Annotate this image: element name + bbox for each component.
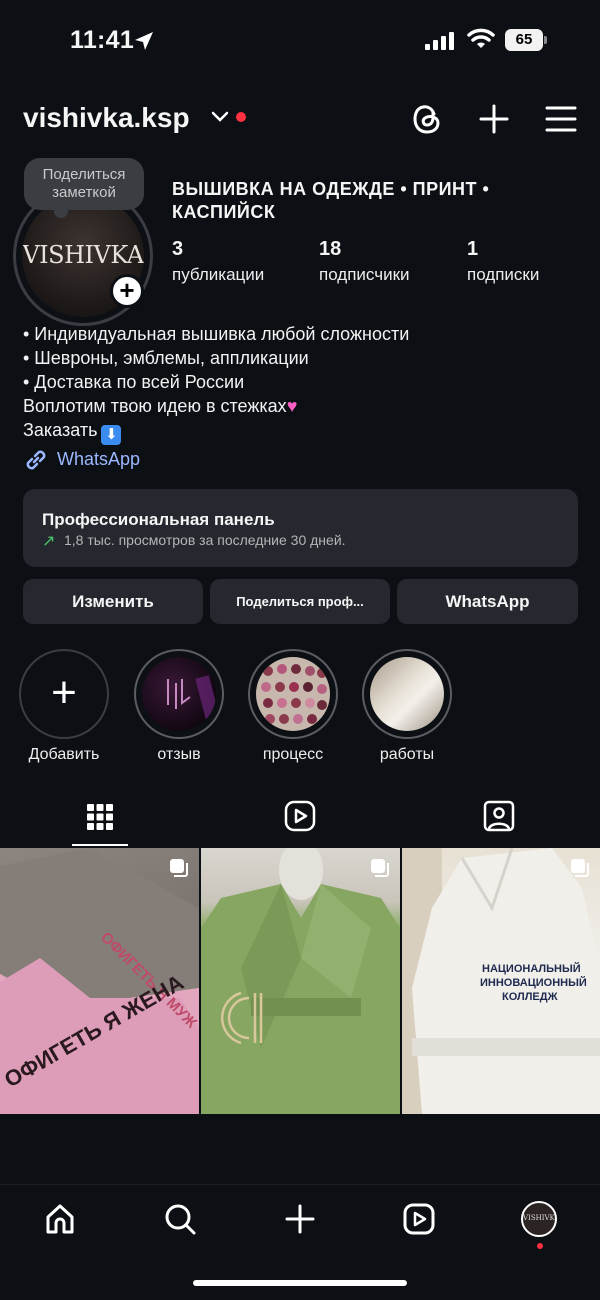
professional-dashboard[interactable]: Профессиональная панель ↗ 1,8 тыс. просм… <box>23 489 578 567</box>
reels-icon[interactable] <box>401 1201 437 1237</box>
bio-line-with-emoji: Воплотим твою идею в стежках♥ <box>23 394 583 418</box>
avatar-logo: VISHIVKA <box>22 241 144 269</box>
stat-value: 3 <box>172 238 184 260</box>
multiple-photos-icon <box>571 859 589 877</box>
multiple-photos-icon <box>371 859 389 877</box>
highlight-works[interactable]: работы <box>362 649 452 764</box>
battery-indicator: 65 <box>505 29 547 51</box>
note-bubble[interactable]: Поделиться заметкой <box>24 158 144 218</box>
highlight-circle[interactable] <box>134 649 224 739</box>
stat-label: публикации <box>172 265 265 284</box>
location-arrow-icon <box>135 32 153 50</box>
battery-level: 65 <box>505 29 543 51</box>
highlight-label: работы <box>379 746 435 763</box>
whatsapp-button[interactable]: WhatsApp <box>397 579 578 624</box>
highlight-cover <box>370 657 444 731</box>
battery-nub <box>544 36 547 44</box>
highlight-circle[interactable] <box>362 649 452 739</box>
post-embroidery-text: НАЦИОНАЛЬНЫЙ <box>482 962 581 975</box>
plus-icon[interactable] <box>478 100 510 138</box>
avatar-logo: VISHIVKA <box>523 1214 557 1222</box>
thread-spools-image <box>261 664 327 724</box>
bottom-navigation: VISHIVKA <box>0 1184 600 1254</box>
highlight-cover <box>256 657 330 731</box>
post-tile[interactable]: НАЦИОНАЛЬНЫЙ ИННОВАЦИОННЫЙ КОЛЛЕДЖ <box>402 848 600 1114</box>
post-embroidery-text: ИННОВАЦИОННЫЙ <box>480 976 587 989</box>
highlight-label: процесс <box>262 746 324 763</box>
post-embroidery-text: КОЛЛЕДЖ <box>502 991 558 1003</box>
down-arrow-icon: ⬇ <box>101 425 122 445</box>
highlight-add[interactable]: + Добавить <box>19 649 109 764</box>
search-icon[interactable] <box>162 1201 198 1237</box>
menu-icon[interactable] <box>545 100 577 138</box>
bio-line: • Шевроны, эмблемы, аппликации <box>23 348 309 368</box>
tagged-icon[interactable] <box>479 800 519 834</box>
posts-grid: ОФИГЕТЬ Я МУЖ ОФИГЕТЬ Я ЖЕНА НАЦИОНАЛЬНЫ… <box>0 848 600 1114</box>
link-text[interactable]: WhatsApp <box>57 449 140 470</box>
edit-profile-button[interactable]: Изменить <box>23 579 203 624</box>
heart-icon: ♥ <box>286 396 298 416</box>
pro-panel-subtitle: 1,8 тыс. просмотров за последние 30 дней… <box>64 532 346 548</box>
active-tab-indicator <box>72 844 128 846</box>
post-image-jacket: НАЦИОНАЛЬНЫЙ ИННОВАЦИОННЫЙ КОЛЛЕДЖ <box>402 848 600 1114</box>
profile-header: vishivka.ksp <box>0 96 600 142</box>
profile-avatar-tab[interactable]: VISHIVKA <box>521 1201 557 1237</box>
pro-panel-title: Профессиональная панель <box>42 510 275 529</box>
highlight-cover-logo <box>167 675 216 731</box>
stat-value: 1 <box>467 238 479 260</box>
plus-icon: + <box>51 668 77 717</box>
signal-icon <box>425 32 454 50</box>
home-indicator[interactable] <box>193 1280 407 1286</box>
highlight-reviews[interactable]: отзыв <box>134 649 224 764</box>
highlight-label: отзыв <box>157 746 201 763</box>
grid-icon[interactable] <box>80 800 120 834</box>
highlight-label: Добавить <box>28 746 100 763</box>
threads-icon[interactable] <box>410 100 444 138</box>
add-story-button[interactable]: + <box>110 274 144 308</box>
post-tile[interactable] <box>201 848 400 1114</box>
profile-full-name: ВЫШИВКА НА ОДЕЖДЕ • ПРИНТ • КАСПИЙСК <box>172 179 490 222</box>
stat-followers[interactable]: 18 подписчики <box>319 238 410 285</box>
stat-label: подписчики <box>319 265 410 284</box>
reels-icon[interactable] <box>280 800 320 834</box>
profile-tabs <box>0 790 600 848</box>
trend-up-icon: ↗ <box>42 533 56 550</box>
username[interactable]: vishivka.ksp <box>23 102 190 134</box>
notification-dot <box>537 1243 543 1249</box>
highlight-circle[interactable]: + <box>19 649 109 739</box>
share-profile-button[interactable]: Поделиться проф... <box>210 579 390 624</box>
bio-line: • Доставка по всей России <box>23 372 245 392</box>
bio-text: Воплотим твою идею в стежках <box>23 396 287 416</box>
multiple-photos-icon <box>170 859 188 877</box>
highlight-circle[interactable] <box>248 649 338 739</box>
clock: 11:41 <box>70 26 135 54</box>
post-tile[interactable]: ОФИГЕТЬ Я МУЖ ОФИГЕТЬ Я ЖЕНА <box>0 848 199 1114</box>
stat-value: 18 <box>319 238 342 260</box>
stat-posts[interactable]: 3 публикации <box>172 238 264 285</box>
post-image-robe <box>201 848 400 1114</box>
link-icon <box>26 450 46 470</box>
bio: • Индивидуальная вышивка любой сложности… <box>23 322 583 445</box>
chevron-down-icon[interactable] <box>210 110 230 124</box>
bio-line: • Индивидуальная вышивка любой сложности <box>23 324 410 344</box>
status-bar: 11:41 65 <box>0 0 600 80</box>
wifi-icon <box>467 28 495 48</box>
highlight-process[interactable]: процесс <box>248 649 338 764</box>
bio-text: Заказать <box>23 420 98 440</box>
bio-line-with-emoji: Заказать ⬇ <box>23 418 583 445</box>
stat-label: подписки <box>467 265 540 284</box>
home-icon[interactable] <box>42 1201 78 1237</box>
create-post-icon[interactable] <box>282 1201 318 1237</box>
highlight-cover <box>142 657 216 731</box>
notification-dot <box>236 112 246 122</box>
stat-following[interactable]: 1 подписки <box>467 238 539 285</box>
post-image-tshirts: ОФИГЕТЬ Я МУЖ ОФИГЕТЬ Я ЖЕНА <box>0 848 199 1114</box>
